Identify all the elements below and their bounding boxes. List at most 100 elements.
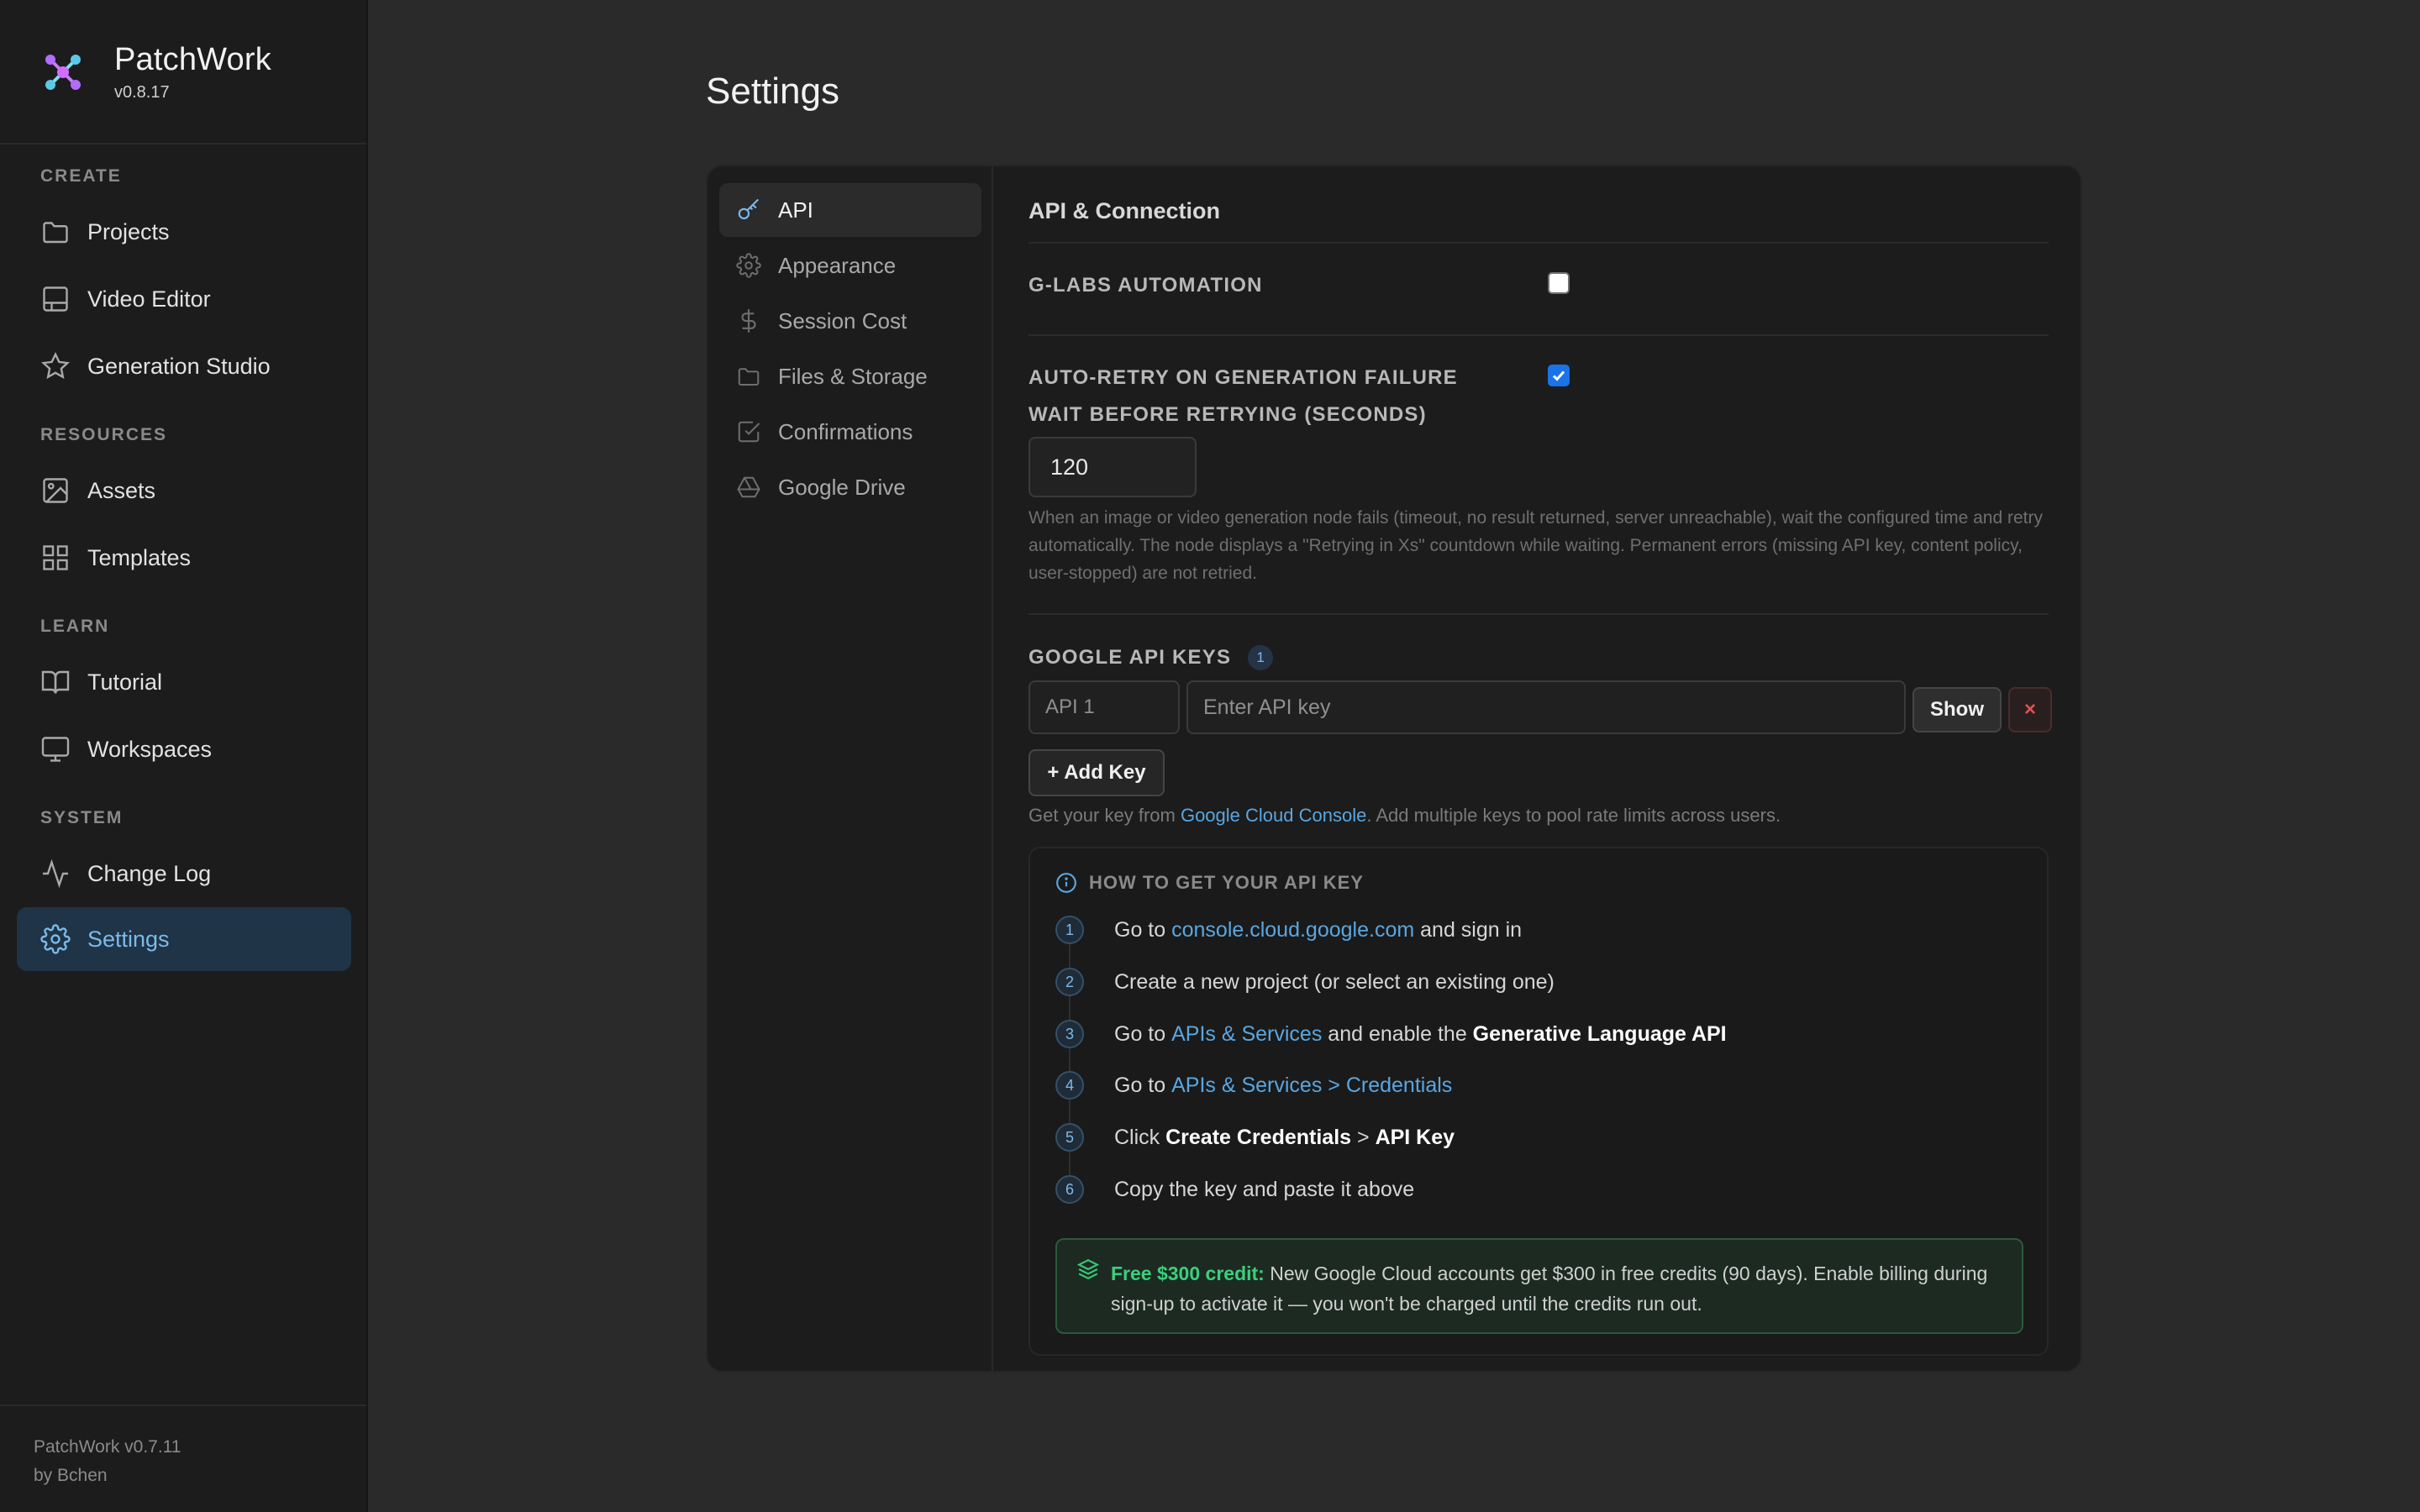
settings-tab-appearance[interactable]: Appearance xyxy=(719,239,981,292)
layout-icon xyxy=(43,286,68,312)
sidebar-footer: PatchWork v0.7.11 by Bchen xyxy=(34,1433,181,1490)
step-bold-text: Generative Language API xyxy=(1472,1021,1727,1046)
divider xyxy=(0,1404,366,1406)
key-help-suffix: . Add multiple keys to pool rate limits … xyxy=(1366,805,1781,826)
howto-box: HOW TO GET YOUR API KEY 1 Go to console.… xyxy=(1028,847,2049,1356)
sidebar: PatchWork v0.8.17 CREATE Projects Video … xyxy=(0,0,368,1512)
step-number: 5 xyxy=(1055,1123,1084,1152)
step-text: Copy the key and paste it above xyxy=(1114,1177,1415,1201)
step-6: 6 Copy the key and paste it above xyxy=(1055,1175,1414,1204)
settings-tab-confirmations[interactable]: Confirmations xyxy=(719,405,981,459)
settings-tab-session-cost[interactable]: Session Cost xyxy=(719,294,981,348)
console-link[interactable]: console.cloud.google.com xyxy=(1171,918,1414,942)
drive-icon xyxy=(737,476,760,498)
step-bold-text: API Key xyxy=(1375,1125,1455,1149)
patchwork-logo-icon xyxy=(45,55,81,90)
step-text: and sign in xyxy=(1414,917,1523,942)
step-1: 1 Go to console.cloud.google.com and sig… xyxy=(1055,916,1522,944)
settings-tab-label: Appearance xyxy=(778,252,897,278)
monitor-icon xyxy=(41,737,70,762)
step-4: 4 Go to APIs & Services > Credentials xyxy=(1055,1071,1452,1100)
layers-icon xyxy=(1077,1258,1099,1280)
step-2: 2 Create a new project (or select an exi… xyxy=(1055,968,1555,996)
sidebar-item-label: Change Log xyxy=(87,860,212,886)
free-credit-text: Free $300 credit: New Google Cloud accou… xyxy=(1111,1258,2002,1319)
step-5: 5 Click Create Credentials > API Key xyxy=(1055,1123,1455,1152)
sidebar-item-label: Projects xyxy=(87,218,170,244)
sidebar-item-assets[interactable]: Assets xyxy=(17,459,351,522)
glabs-automation-checkbox[interactable] xyxy=(1548,272,1570,294)
sidebar-item-label: Assets xyxy=(87,477,156,503)
step-number: 2 xyxy=(1055,968,1084,996)
google-api-keys-label: GOOGLE API KEYS xyxy=(1028,646,1232,669)
check-square-icon xyxy=(738,421,760,443)
settings-tab-label: Google Drive xyxy=(778,474,906,500)
key-help-prefix: Get your key from xyxy=(1028,805,1181,826)
settings-panel: API Appearance Session Cost Files & Stor… xyxy=(706,165,2082,1373)
divider xyxy=(1028,242,2049,244)
remove-key-button[interactable]: × xyxy=(2008,687,2052,732)
sidebar-item-settings[interactable]: Settings xyxy=(17,907,351,971)
sidebar-item-workspaces[interactable]: Workspaces xyxy=(17,717,351,781)
api-key-input[interactable]: Enter API key xyxy=(1186,680,1906,734)
footer-version: PatchWork v0.7.11 xyxy=(34,1437,182,1457)
section-learn: LEARN xyxy=(40,617,110,636)
star-icon xyxy=(41,351,70,380)
checkmark-icon xyxy=(1552,370,1565,381)
grid-icon xyxy=(43,545,68,570)
apis-services-link[interactable]: APIs & Services xyxy=(1171,1022,1322,1047)
folder-icon xyxy=(738,368,760,386)
free-credit-highlight: Free $300 credit: xyxy=(1111,1263,1265,1284)
sidebar-item-label: Video Editor xyxy=(87,286,211,312)
sidebar-item-generation-studio[interactable]: Generation Studio xyxy=(17,334,351,398)
sidebar-item-change-log[interactable]: Change Log xyxy=(17,842,351,906)
auto-retry-checkbox[interactable] xyxy=(1548,365,1570,386)
step-text: Create a new project (or select an exist… xyxy=(1114,969,1555,994)
activity-icon xyxy=(43,858,68,889)
divider xyxy=(0,143,366,144)
show-key-button[interactable]: Show xyxy=(1912,687,2002,732)
app-version: v0.8.17 xyxy=(114,83,170,102)
gear-icon xyxy=(736,253,761,278)
retry-help-text: When an image or video generation node f… xyxy=(1028,508,2043,583)
settings-tab-api[interactable]: API xyxy=(719,183,981,237)
step-text: and enable the xyxy=(1322,1021,1473,1046)
section-title: API & Connection xyxy=(1028,198,1220,223)
sidebar-item-video-editor[interactable]: Video Editor xyxy=(17,267,351,331)
wait-seconds-input[interactable]: 120 xyxy=(1028,437,1197,497)
credentials-link[interactable]: APIs & Services > Credentials xyxy=(1171,1074,1452,1098)
key-icon xyxy=(738,198,760,220)
section-system: SYSTEM xyxy=(40,808,124,827)
settings-tab-label: Confirmations xyxy=(778,418,913,444)
howto-title-text: HOW TO GET YOUR API KEY xyxy=(1089,872,1364,893)
google-cloud-console-link[interactable]: Google Cloud Console xyxy=(1181,805,1366,826)
folder-icon xyxy=(43,222,68,244)
google-api-keys-header: GOOGLE API KEYS 1 xyxy=(1028,645,1274,670)
sidebar-item-label: Templates xyxy=(87,544,192,570)
step-bold-text: Create Credentials xyxy=(1165,1125,1352,1149)
api-settings-content: API & Connection G-LABS AUTOMATION AUTO-… xyxy=(1028,166,2052,1371)
settings-tab-files-storage[interactable]: Files & Storage xyxy=(719,349,981,403)
app-name: PatchWork xyxy=(114,42,271,77)
info-icon xyxy=(1056,873,1076,893)
settings-tab-label: Session Cost xyxy=(778,307,908,333)
sidebar-item-tutorial[interactable]: Tutorial xyxy=(17,650,351,714)
add-key-button[interactable]: + Add Key xyxy=(1028,749,1165,796)
settings-tab-google-drive[interactable]: Google Drive xyxy=(719,460,981,514)
settings-tab-label: Files & Storage xyxy=(778,363,928,389)
api-key-name-input[interactable]: API 1 xyxy=(1028,680,1180,734)
section-create: CREATE xyxy=(40,166,122,186)
dollar-icon xyxy=(741,309,756,333)
step-text: Go to xyxy=(1114,1021,1166,1046)
auto-retry-label: AUTO-RETRY ON GENERATION FAILURE xyxy=(1028,366,1458,389)
divider xyxy=(1028,613,2049,615)
step-text: Go to xyxy=(1114,917,1166,942)
step-text: > xyxy=(1351,1125,1376,1149)
sidebar-item-label: Generation Studio xyxy=(87,353,271,379)
brand[interactable]: PatchWork v0.8.17 xyxy=(40,42,271,102)
sidebar-item-label: Workspaces xyxy=(87,736,213,762)
key-count-badge: 1 xyxy=(1248,645,1274,670)
sidebar-item-projects[interactable]: Projects xyxy=(17,200,351,264)
book-icon xyxy=(41,670,70,694)
sidebar-item-templates[interactable]: Templates xyxy=(17,526,351,590)
